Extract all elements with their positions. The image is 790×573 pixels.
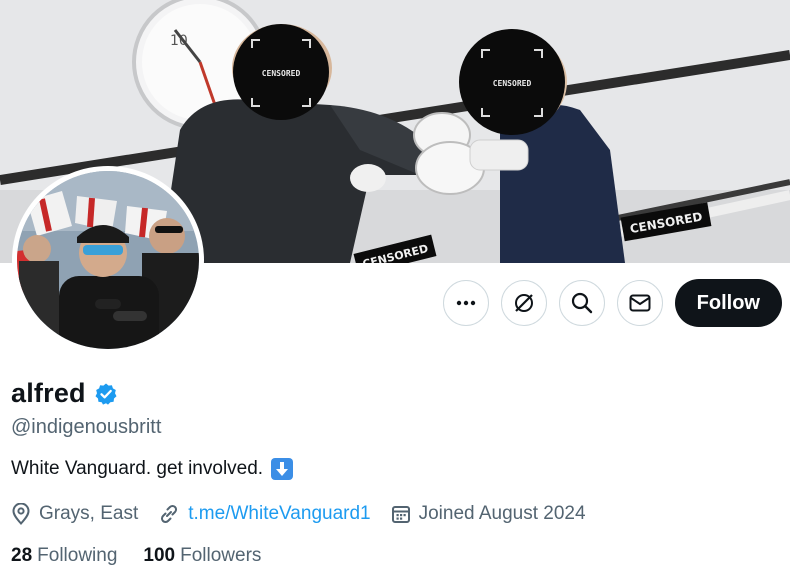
censor-label-1: CENSORED [262,69,301,78]
followers-label: Followers [180,545,262,566]
bio-text: White Vanguard. get involved. [11,458,264,479]
location-pin-icon [12,503,30,525]
followers-link[interactable]: 100 Followers [143,545,261,567]
follow-stats: 28 Following 100 Followers [11,545,261,567]
profile-bio: White Vanguard. get involved. [11,458,294,480]
display-name: alfred [11,378,86,408]
name-row: alfred [11,378,118,409]
message-icon [629,294,651,312]
censor-blob-1: CENSORED [233,24,329,120]
following-label: Following [37,545,118,566]
avatar-image [17,171,199,349]
search-icon [571,292,592,314]
location: Grays, East [11,503,138,525]
website: t.me/WhiteVanguard1 [158,503,371,525]
message-button[interactable] [616,280,663,326]
search-button[interactable] [558,280,605,326]
followers-count: 100 [143,545,176,566]
calendar-icon [391,506,410,523]
profile-actions: Follow [442,279,782,327]
website-link[interactable]: t.me/WhiteVanguard1 [188,503,370,525]
user-handle: @indigenousbritt [11,416,162,438]
grok-button[interactable] [500,280,547,326]
follow-button[interactable]: Follow [674,279,782,327]
following-count: 28 [11,545,33,566]
profile-meta: Grays, East t.me/WhiteVanguard1 Joined A… [11,503,606,525]
down-arrow-emoji-icon [271,458,294,480]
location-text: Grays, East [39,503,139,524]
profile-avatar[interactable] [12,166,204,354]
more-button[interactable] [442,280,489,326]
more-icon [456,300,475,306]
censor-blob-2: CENSORED [459,29,565,135]
link-icon [161,504,178,524]
censor-label-2: CENSORED [493,79,532,88]
following-link[interactable]: 28 Following [11,545,117,567]
join-date: Joined August 2024 [391,503,586,525]
grok-icon [514,294,533,312]
join-date-text: Joined August 2024 [418,503,586,524]
verified-badge-icon[interactable] [94,382,118,406]
